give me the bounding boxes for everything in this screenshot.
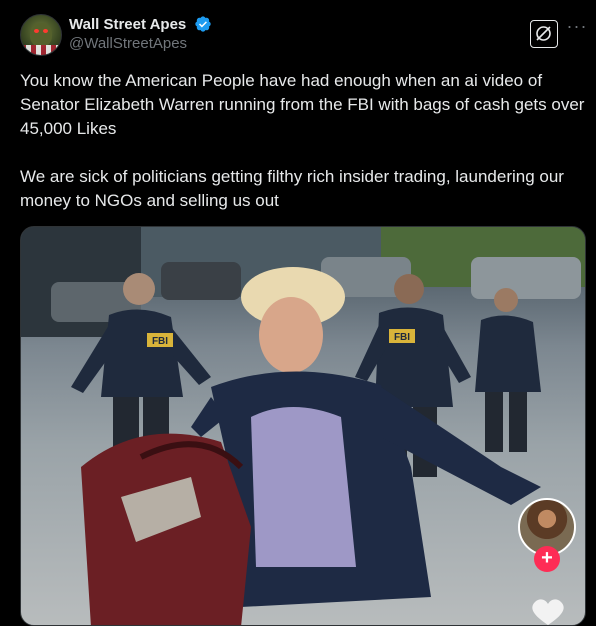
follow-button[interactable]: + bbox=[534, 546, 560, 572]
ape-face bbox=[30, 23, 52, 47]
avatar-flag bbox=[21, 45, 61, 55]
avatar-eye-left bbox=[34, 29, 39, 33]
author-names: Wall Street Apes @WallStreetApes bbox=[69, 15, 212, 52]
author-display-name[interactable]: Wall Street Apes bbox=[69, 16, 186, 33]
grok-button[interactable] bbox=[530, 20, 558, 48]
tweet-video[interactable]: FBI FBI + bbox=[20, 226, 586, 626]
main-figure bbox=[81, 267, 541, 625]
grok-icon bbox=[536, 26, 551, 41]
author-avatar[interactable] bbox=[20, 14, 62, 56]
tweet-header: Wall Street Apes @WallStreetApes ··· bbox=[20, 14, 590, 58]
tweet-text: You know the American People have had en… bbox=[20, 71, 585, 210]
more-options-button[interactable]: ··· bbox=[566, 17, 588, 40]
tweet: Wall Street Apes @WallStreetApes ··· You… bbox=[0, 0, 596, 626]
avatar-eye-right bbox=[43, 29, 48, 33]
heart-icon[interactable] bbox=[529, 597, 567, 626]
verified-badge-icon bbox=[195, 16, 211, 32]
author-handle[interactable]: @WallStreetApes bbox=[69, 35, 212, 52]
